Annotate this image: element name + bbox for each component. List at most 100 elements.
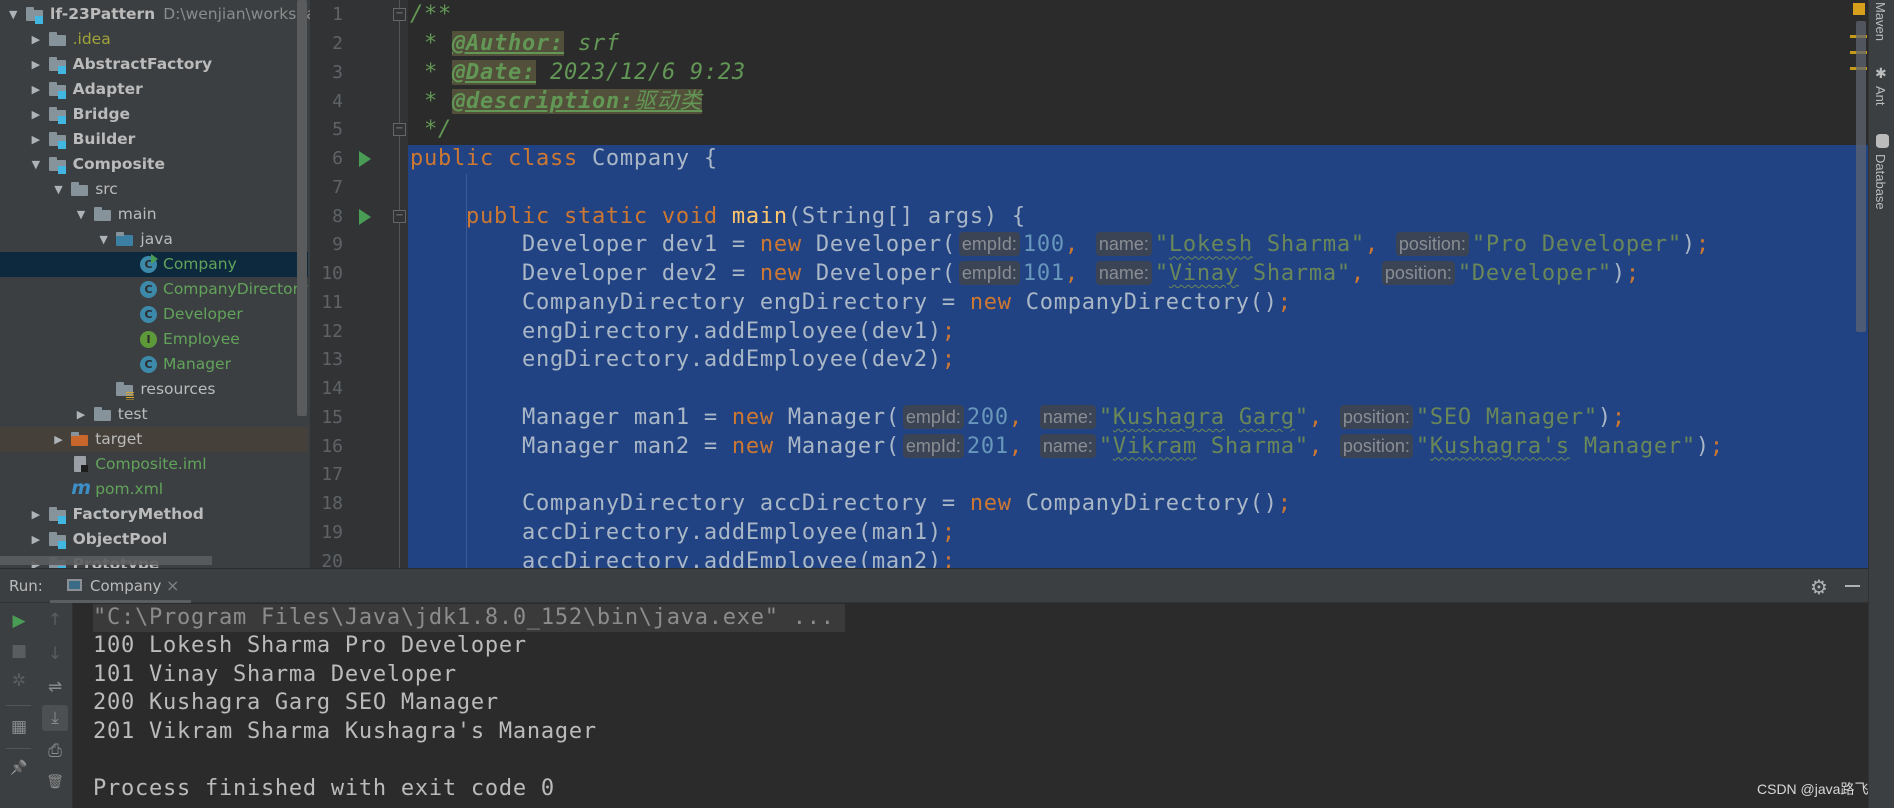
scroll-to-end-icon[interactable]: ⤓ [42,705,68,731]
fold-icon[interactable]: − [393,209,406,223]
tree-item-composite[interactable]: ▼ Composite [0,152,308,177]
tree-item-objectpool[interactable]: ▶ ObjectPool [0,527,308,552]
layout-icon[interactable]: ▦ [6,714,32,740]
close-tab-icon[interactable]: × [166,576,179,595]
print-icon[interactable]: ⎙ [42,738,68,764]
string-literal: Sharma" [1196,433,1309,459]
line-number: 18 [321,493,343,515]
ant-tool-button[interactable]: Ant [1873,86,1888,106]
module-icon [48,156,66,174]
inspection-status-icon[interactable] [1853,3,1865,15]
code-text: Developer( [815,261,956,287]
tree-item-company[interactable]: C Company [0,251,308,277]
chevron-right-icon[interactable]: ▶ [32,127,44,152]
tree-item-test[interactable]: ▶ test [0,402,308,427]
down-icon[interactable]: ↓ [42,641,68,667]
keyword: new [969,491,1026,517]
chevron-right-icon[interactable]: ▶ [32,527,44,552]
code-line: /** [410,1,452,30]
run-gutter-icon[interactable] [359,151,371,168]
maven-tool-button[interactable]: Maven [1873,2,1888,41]
tree-item-pom-xml[interactable]: m pom.xml [0,477,308,502]
tree-item-resources[interactable]: resources [0,377,308,402]
tree-item-label: .idea [73,27,111,52]
chevron-right-icon[interactable]: ▶ [32,52,44,77]
chevron-down-icon[interactable]: ▼ [9,2,21,27]
tree-item-target[interactable]: ▶ target [0,426,308,452]
chevron-down-icon[interactable]: ▼ [54,177,66,202]
tree-item-factorymethod[interactable]: ▶ FactoryMethod [0,502,308,527]
tree-item-src[interactable]: ▼ src [0,177,308,202]
chevron-right-icon[interactable]: ▶ [32,102,44,127]
string-literal: "Developer" [1457,261,1612,287]
tree-item-bridge[interactable]: ▶ Bridge [0,102,308,127]
module-icon [48,131,66,149]
chevron-down-icon[interactable]: ▼ [32,152,44,177]
label-text: resources [140,379,216,398]
line-number: 9 [332,234,343,256]
database-tool-button[interactable]: Database [1873,154,1888,210]
pin-icon[interactable]: 📌 [6,755,32,781]
parameter-hint: position: [1339,433,1413,458]
number-literal: 201 [966,433,1009,459]
tree-item-adapter[interactable]: ▶ Adapter [0,77,308,102]
tree-item-developer[interactable]: C Developer [0,302,308,327]
tree-item-label: AbstractFactory [73,52,213,77]
tree-item-abstractfactory[interactable]: ▶ AbstractFactory [0,52,308,77]
module-icon [48,531,66,549]
class-badge: C [140,305,157,323]
excluded-folder-icon [71,431,89,447]
chevron-down-icon[interactable]: ▼ [77,202,89,227]
module-badge [57,140,66,149]
stop-icon[interactable]: ■ [6,638,32,664]
string-literal: "Pro Developer" [1471,232,1682,258]
run-tab-company[interactable]: Company × [50,569,191,603]
tree-item-lf-23pattern[interactable]: ▼ lf-23Pattern D:\wenjian\workspace [0,2,310,27]
chevron-right-icon[interactable]: ▶ [77,402,89,427]
code-text: CompanyDirectory() [1025,491,1278,517]
console-output[interactable]: "C:\Program Files\Java\jdk1.8.0_152\bin\… [74,603,1868,808]
chevron-down-icon[interactable]: ▼ [99,227,111,252]
tree-item-manager[interactable]: C Manager [0,352,308,377]
keyword: ; [941,347,956,373]
run-gutter-icon[interactable] [359,208,371,225]
tree-item--idea[interactable]: ▶ .idea [0,27,308,52]
tree-item-employee[interactable]: I Employee [0,327,308,352]
editor-scrollbar[interactable] [1856,21,1866,332]
run-tab-label: Company [90,577,162,595]
class-badge: C [140,280,157,298]
tree-horizontal-scrollbar[interactable] [0,556,212,565]
tree-item-builder[interactable]: ▶ Builder [0,127,308,152]
fold-icon[interactable]: − [393,8,406,22]
project-path: D:\wenjian\workspace [163,4,310,23]
string-literal: " [1098,433,1113,459]
source-folder-icon [116,231,134,247]
rerun-icon[interactable]: ▶ [6,608,32,634]
code-line: Developer dev2 = new Developer(empId: 101… [410,260,1640,289]
code-editor[interactable]: /** * @Author: srf * @Date: 2023/12/6 9:… [408,0,1868,568]
chevron-right-icon[interactable]: ▶ [54,427,66,452]
trash-icon[interactable]: 🗑 [42,769,68,795]
tree-item-main[interactable]: ▼ main [0,202,308,227]
chevron-right-icon[interactable]: ▶ [32,77,44,102]
parameter-hint: empId: [902,433,964,458]
soft-wrap-icon[interactable]: ⇌ [42,674,68,700]
fold-icon[interactable]: − [393,123,406,137]
line-number: 19 [321,521,343,543]
keyword: , [1308,433,1337,459]
tree-item-composite-iml[interactable]: Composite.iml [0,452,308,477]
number-literal: 200 [966,404,1009,430]
tree-item-java[interactable]: ▼ java [0,227,308,252]
up-icon[interactable]: ↑ [42,607,68,633]
maven-file-icon: m [71,476,91,499]
keyword: , [1008,433,1037,459]
tree-vertical-scrollbar[interactable] [297,0,307,416]
tree-item-companydirectory[interactable]: C CompanyDirectory [0,277,308,302]
chevron-right-icon[interactable]: ▶ [32,27,44,52]
tree-item-label: Composite [73,152,165,177]
chevron-right-icon[interactable]: ▶ [32,502,44,527]
gear-icon[interactable]: ⚙ [1810,575,1828,599]
rerun-failed-icon[interactable]: ✲ [6,668,32,694]
label-text: pom.xml [95,479,164,498]
minimize-icon[interactable] [1845,585,1860,587]
